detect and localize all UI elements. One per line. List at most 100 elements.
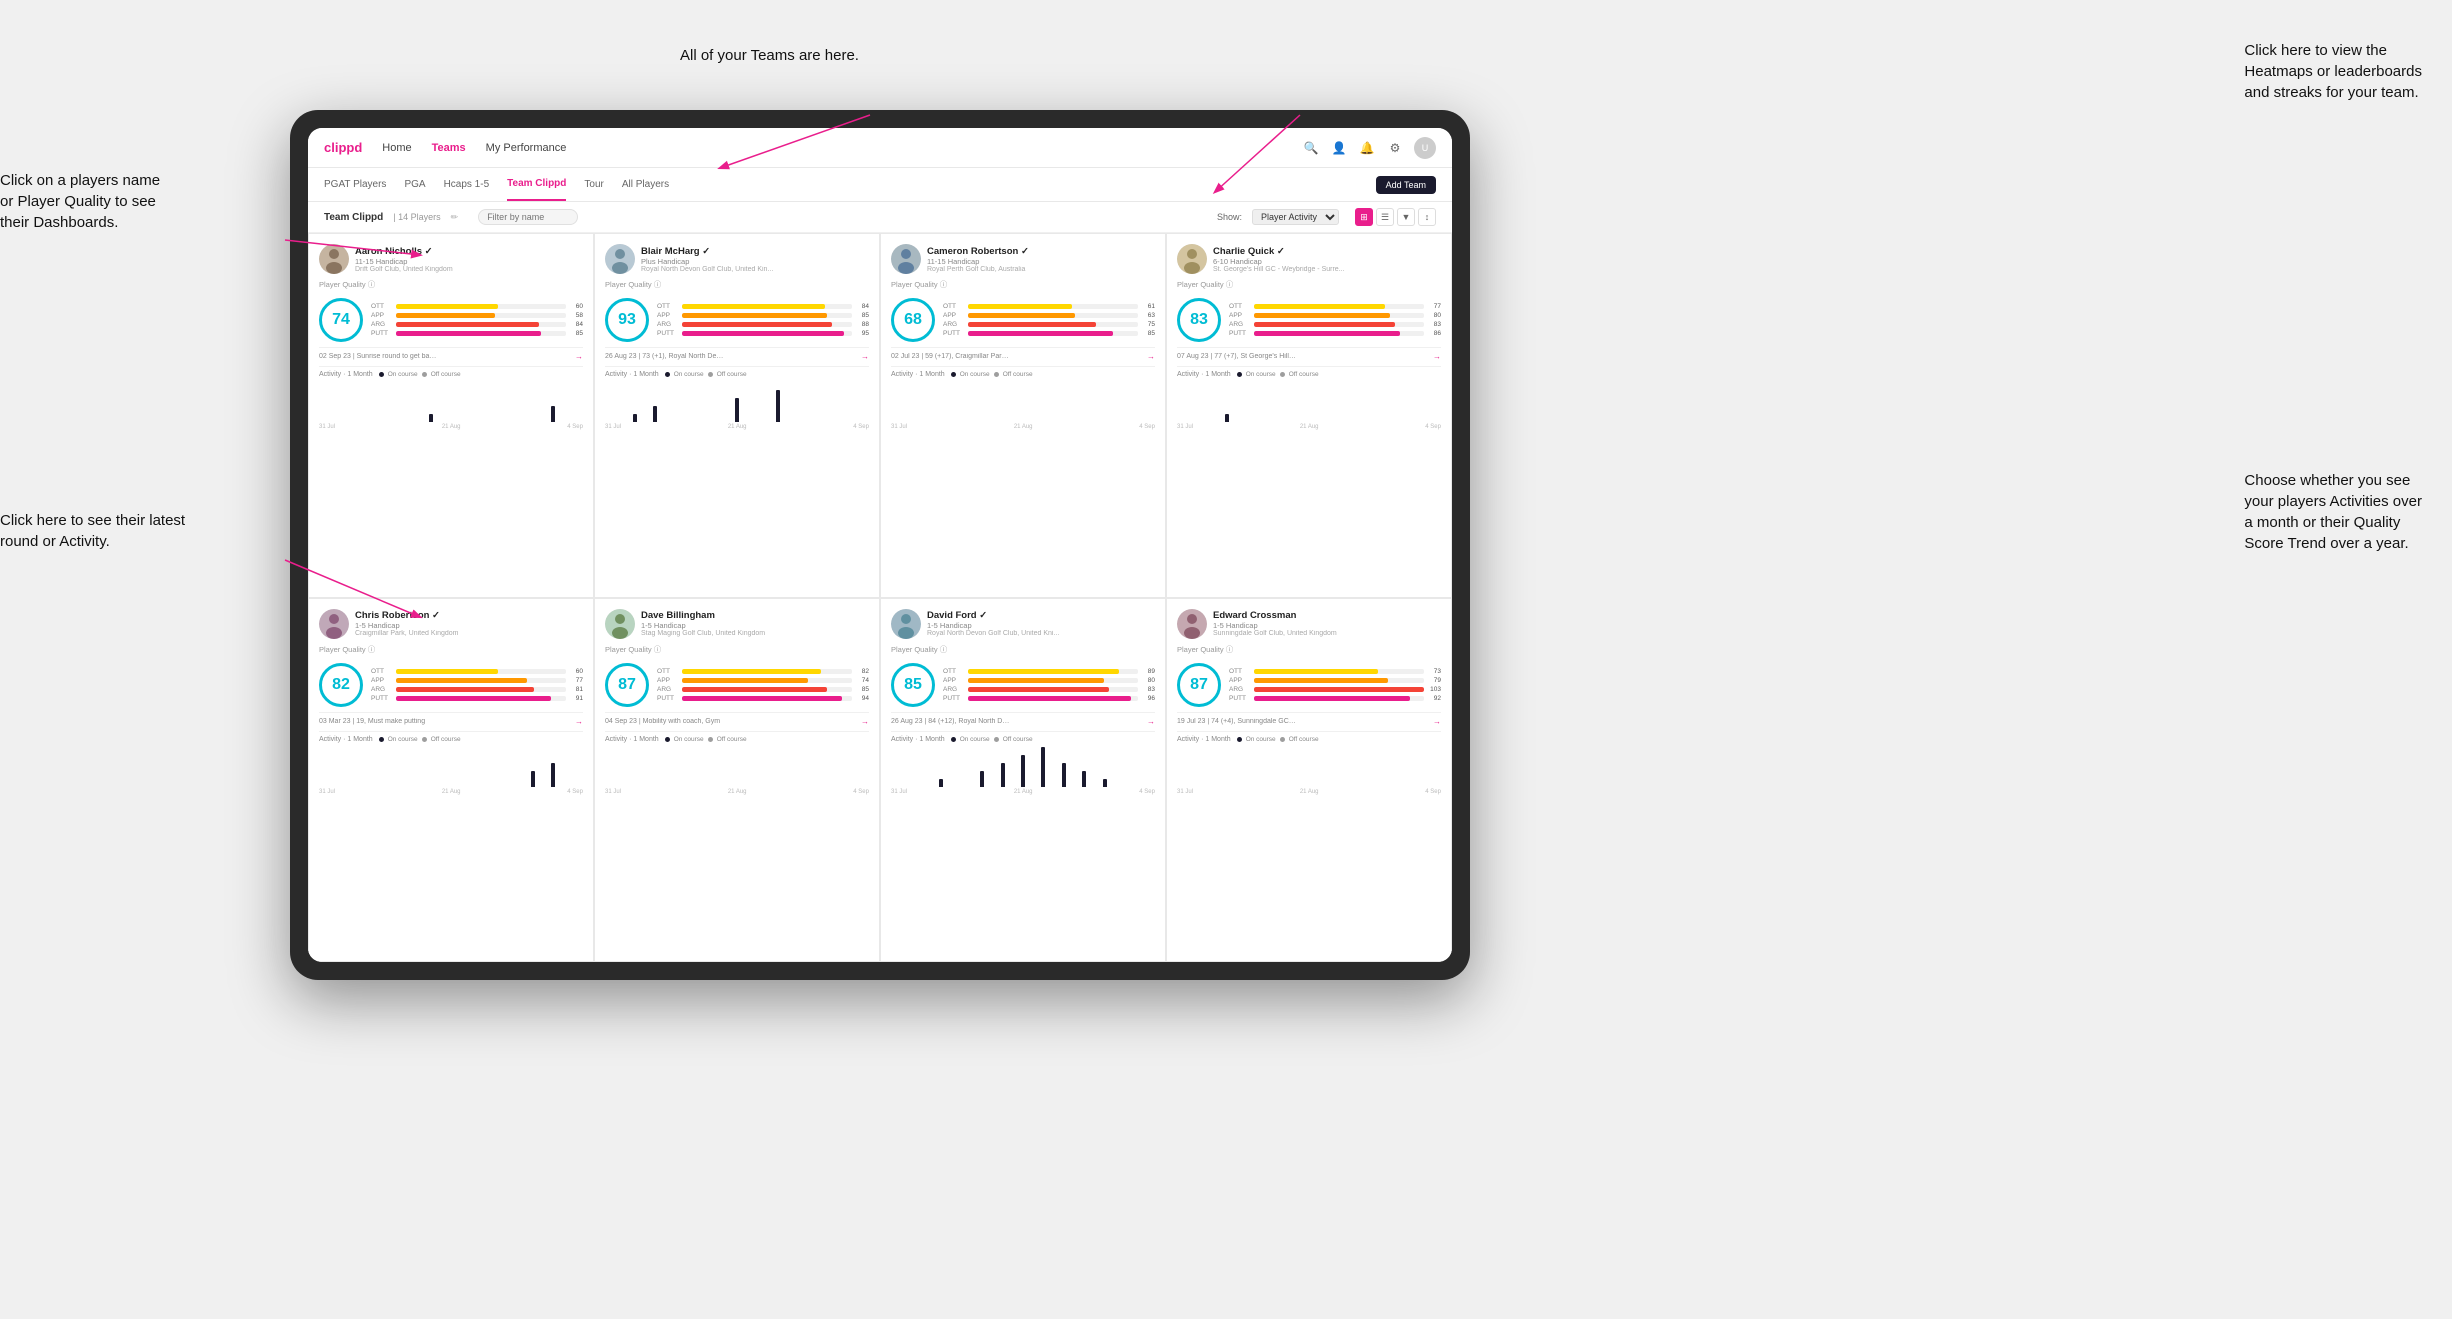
player-name[interactable]: David Ford ✓ — [927, 610, 1155, 621]
sub-nav-hcaps[interactable]: Hcaps 1-5 — [444, 168, 490, 201]
quality-circle[interactable]: 93 — [605, 298, 649, 342]
stat-bar-putt — [968, 696, 1131, 701]
avatar[interactable]: U — [1414, 137, 1436, 159]
quality-circle[interactable]: 83 — [1177, 298, 1221, 342]
quality-section[interactable]: 87 OTT 82 APP 74 ARG 85 — [605, 663, 869, 707]
player-card[interactable]: Edward Crossman 1-5 Handicap Sunningdale… — [1166, 598, 1452, 963]
round-arrow[interactable]: → — [575, 717, 583, 726]
latest-round[interactable]: 19 Jul 23 | 74 (+4), Sunningdale GC - Ol… — [1177, 712, 1441, 726]
activity-legend: On course Off course — [379, 736, 461, 743]
stat-bar-arg — [396, 322, 539, 327]
stat-label-ott: OTT — [371, 303, 393, 310]
add-team-button[interactable]: Add Team — [1376, 176, 1436, 194]
quality-circle[interactable]: 87 — [605, 663, 649, 707]
sub-nav-tour[interactable]: Tour — [584, 168, 603, 201]
stats-bars: OTT 89 APP 80 ARG 83 PUTT 9 — [943, 668, 1155, 702]
nav-item-performance[interactable]: My Performance — [486, 142, 567, 154]
show-select[interactable]: Player Activity — [1252, 209, 1339, 225]
chart-date: 31 Jul — [1177, 424, 1193, 430]
latest-round[interactable]: 07 Aug 23 | 77 (+7), St George's Hill GC… — [1177, 347, 1441, 361]
chart-bar-on — [735, 398, 739, 422]
latest-round-tooltip: Click here to see their latestround or A… — [0, 510, 185, 552]
sub-nav-pga[interactable]: PGA — [404, 168, 425, 201]
chart-bar — [1054, 747, 1073, 787]
latest-round[interactable]: 02 Jul 23 | 59 (+17), Craigmillar Park G… — [891, 347, 1155, 361]
stat-bar-putt — [1254, 331, 1400, 336]
player-card[interactable]: Blair McHarg ✓ Plus Handicap Royal North… — [594, 233, 880, 598]
round-arrow[interactable]: → — [1147, 717, 1155, 726]
round-arrow[interactable]: → — [861, 352, 869, 361]
user-icon[interactable]: 👤 — [1330, 139, 1348, 157]
quality-section[interactable]: 82 OTT 60 APP 77 ARG 81 — [319, 663, 583, 707]
player-name[interactable]: Cameron Robertson ✓ — [927, 246, 1155, 257]
stat-bar-container-putt — [968, 331, 1138, 336]
stat-bar-app — [1254, 678, 1388, 683]
player-card[interactable]: Dave Billingham 1-5 Handicap Stag Maging… — [594, 598, 880, 963]
chart-date: 4 Sep — [1425, 424, 1441, 430]
on-course-label: On course — [674, 736, 704, 743]
bell-icon[interactable]: 🔔 — [1358, 139, 1376, 157]
player-card[interactable]: Cameron Robertson ✓ 11-15 Handicap Royal… — [880, 233, 1166, 598]
stats-bars: OTT 60 APP 58 ARG 84 PUTT 8 — [371, 303, 583, 337]
round-arrow[interactable]: → — [1433, 352, 1441, 361]
player-card[interactable]: Chris Robertson ✓ 1-5 Handicap Craigmill… — [308, 598, 594, 963]
stat-bar-arg — [682, 687, 827, 692]
player-name[interactable]: Chris Robertson ✓ — [355, 610, 583, 621]
chart-bar — [1115, 382, 1134, 422]
quality-section[interactable]: 83 OTT 77 APP 80 ARG 83 — [1177, 298, 1441, 342]
stat-bar-ott — [968, 669, 1119, 674]
sub-nav-all-players[interactable]: All Players — [622, 168, 669, 201]
quality-circle[interactable]: 87 — [1177, 663, 1221, 707]
quality-circle[interactable]: 85 — [891, 663, 935, 707]
nav-item-teams[interactable]: Teams — [432, 142, 466, 154]
player-name[interactable]: Aaron Nicholls ✓ — [355, 246, 583, 257]
grid-view-button[interactable]: ⊞ — [1355, 208, 1373, 226]
latest-round[interactable]: 26 Aug 23 | 84 (+12), Royal North Devon … — [891, 712, 1155, 726]
on-course-dot — [951, 737, 956, 742]
table-view-button[interactable]: ☰ — [1376, 208, 1394, 226]
quality-section[interactable]: 85 OTT 89 APP 80 ARG 83 — [891, 663, 1155, 707]
stat-label-ott: OTT — [371, 668, 393, 675]
quality-circle[interactable]: 68 — [891, 298, 935, 342]
round-arrow[interactable]: → — [1433, 717, 1441, 726]
stat-bar-container-putt — [1254, 696, 1424, 701]
settings-icon[interactable]: ⚙ — [1386, 139, 1404, 157]
quality-section[interactable]: 68 OTT 61 APP 63 ARG 75 — [891, 298, 1155, 342]
round-arrow[interactable]: → — [1147, 352, 1155, 361]
latest-round[interactable]: 02 Sep 23 | Sunrise round to get back in… — [319, 347, 583, 361]
round-arrow[interactable]: → — [575, 352, 583, 361]
quality-circle[interactable]: 82 — [319, 663, 363, 707]
chart-bar — [748, 382, 767, 422]
player-card[interactable]: David Ford ✓ 1-5 Handicap Royal North De… — [880, 598, 1166, 963]
filter-input[interactable] — [478, 209, 578, 225]
search-icon[interactable]: 🔍 — [1302, 139, 1320, 157]
edit-team-icon[interactable]: ✏ — [451, 212, 459, 223]
latest-round[interactable]: 26 Aug 23 | 73 (+1), Royal North Devon G… — [605, 347, 869, 361]
latest-round[interactable]: 03 Mar 23 | 19, Must make putting → — [319, 712, 583, 726]
quality-section[interactable]: 87 OTT 73 APP 79 ARG 103 — [1177, 663, 1441, 707]
stat-value-ott: 82 — [855, 668, 869, 675]
chart-bar-on — [551, 763, 555, 787]
player-card[interactable]: Aaron Nicholls ✓ 11-15 Handicap Drift Go… — [308, 233, 594, 598]
player-name[interactable]: Edward Crossman — [1213, 610, 1441, 621]
latest-round[interactable]: 04 Sep 23 | Mobility with coach, Gym → — [605, 712, 869, 726]
quality-circle[interactable]: 74 — [319, 298, 363, 342]
stat-bar-ott — [968, 304, 1072, 309]
activity-section: Activity · 1 Month On course Off course — [1177, 731, 1441, 795]
round-arrow[interactable]: → — [861, 717, 869, 726]
player-name[interactable]: Blair McHarg ✓ — [641, 246, 869, 257]
sub-nav-team-clippd[interactable]: Team Clippd — [507, 168, 566, 201]
nav-item-home[interactable]: Home — [382, 142, 411, 154]
stat-row-ott: OTT 60 — [371, 303, 583, 310]
filter-button[interactable]: ▼ — [1397, 208, 1415, 226]
stat-value-app: 77 — [569, 677, 583, 684]
player-card[interactable]: Charlie Quick ✓ 6-10 Handicap St. George… — [1166, 233, 1452, 598]
sort-button[interactable]: ↕ — [1418, 208, 1436, 226]
player-name[interactable]: Dave Billingham — [641, 610, 869, 621]
quality-section[interactable]: 93 OTT 84 APP 85 ARG 88 — [605, 298, 869, 342]
player-name[interactable]: Charlie Quick ✓ — [1213, 246, 1441, 257]
tablet-screen: clippd Home Teams My Performance 🔍 👤 🔔 ⚙… — [308, 128, 1452, 962]
chart-bar — [932, 747, 951, 787]
sub-nav-pgat[interactable]: PGAT Players — [324, 168, 386, 201]
quality-section[interactable]: 74 OTT 60 APP 58 ARG 84 — [319, 298, 583, 342]
